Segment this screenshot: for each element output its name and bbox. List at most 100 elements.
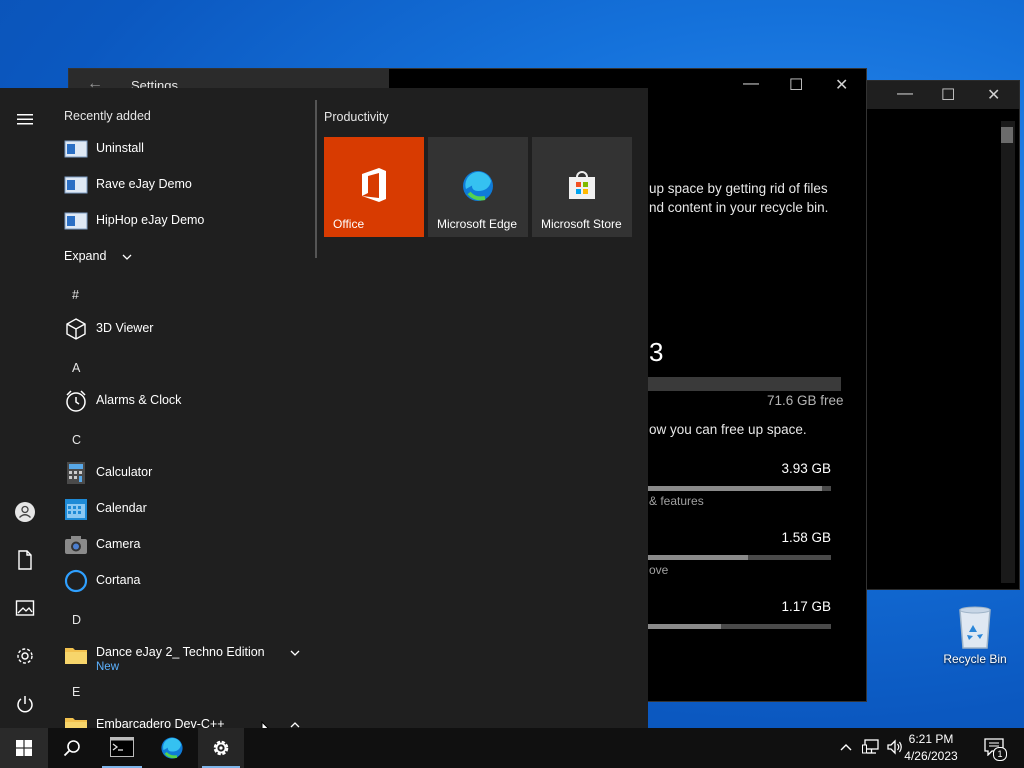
window-app-icon (64, 212, 88, 230)
storage-row-sub: & features (649, 494, 704, 508)
store-bag-icon (569, 171, 595, 199)
list-item[interactable]: Embarcadero Dev-C++ (64, 709, 314, 728)
app-label: Alarms & Clock (96, 393, 182, 407)
cortana-icon (64, 569, 88, 593)
taskbar-command-prompt[interactable] (98, 728, 146, 768)
background-window-titlebar[interactable]: — ☐ ✕ (867, 81, 1019, 109)
list-item[interactable]: Alarms & Clock (64, 385, 304, 417)
expand-button[interactable]: Expand (64, 241, 144, 273)
letter-header-d[interactable]: D (72, 613, 81, 627)
list-item[interactable]: Rave eJay Demo (64, 169, 304, 201)
window-app-icon (64, 140, 88, 158)
gear-icon (213, 740, 229, 756)
calculator-icon (67, 462, 85, 484)
clock-date: 4/26/2023 (904, 749, 958, 763)
storage-row-bar-fill (647, 624, 721, 629)
network-icon[interactable] (862, 739, 880, 755)
letter-header-hash[interactable]: # (72, 288, 79, 302)
letter-header-c[interactable]: C (72, 433, 81, 447)
user-account-icon[interactable] (14, 501, 36, 523)
start-menu[interactable]: Recently added Uninstall Rave eJay Demo … (0, 88, 648, 728)
tile-group-title[interactable]: Productivity (324, 110, 389, 124)
notification-count-badge: 1 (993, 747, 1007, 761)
pictures-icon[interactable] (14, 597, 36, 619)
maximize-button[interactable]: ☐ (941, 85, 955, 105)
windows-logo-icon (16, 740, 32, 756)
taskbar: 6:21 PM 4/26/2023 1 (0, 728, 1024, 768)
list-item[interactable]: HipHop eJay Demo (64, 205, 304, 237)
close-button[interactable]: ✕ (987, 85, 1000, 105)
action-center-button[interactable]: 1 (976, 728, 1016, 768)
settings-gear-icon[interactable] (14, 645, 36, 667)
storage-row-value[interactable]: 1.17 GB (711, 599, 831, 614)
app-label: Embarcadero Dev-C++ (96, 717, 225, 728)
storage-usage-bar (647, 377, 841, 391)
app-label: Dance eJay 2_ Techno Edition (96, 645, 265, 659)
storage-row-value[interactable]: 1.58 GB (711, 530, 831, 545)
cube-icon (66, 318, 86, 340)
storage-row-value[interactable]: 3.93 GB (711, 461, 831, 476)
settings-minimize-button[interactable]: — (743, 75, 759, 93)
storage-row-bar-fill (647, 486, 822, 491)
recycle-bin-shortcut[interactable]: Recycle Bin (940, 600, 1010, 670)
store-tile[interactable]: Microsoft Store (532, 137, 632, 237)
storage-description-line1: up space by getting rid of files (649, 181, 828, 196)
start-button[interactable] (0, 728, 48, 768)
new-badge: New (96, 661, 120, 673)
list-item[interactable]: 3D Viewer (64, 313, 304, 345)
start-rail (0, 88, 48, 728)
letter-header-a[interactable]: A (72, 361, 80, 375)
edge-tile[interactable]: Microsoft Edge (428, 137, 528, 237)
settings-maximize-button[interactable]: ☐ (789, 75, 803, 95)
list-item[interactable]: Calendar (64, 493, 304, 525)
hamburger-menu-icon[interactable] (14, 108, 36, 130)
clock-time: 6:21 PM (908, 732, 954, 746)
settings-close-button[interactable]: ✕ (835, 75, 848, 95)
app-label: HipHop eJay Demo (96, 213, 205, 227)
chevron-down-icon[interactable] (290, 649, 300, 657)
storage-row-bar (647, 555, 831, 560)
scrollbar-thumb[interactable] (1001, 127, 1013, 143)
tile-label: Microsoft Store (541, 217, 622, 231)
list-item[interactable]: Uninstall (64, 133, 304, 165)
storage-total-partial: 3 (649, 337, 664, 367)
app-label: 3D Viewer (96, 321, 154, 335)
minimize-button[interactable]: — (897, 85, 913, 103)
letter-header-e[interactable]: E (72, 685, 80, 699)
app-label: Camera (96, 537, 141, 551)
app-label: Calculator (96, 465, 153, 479)
taskbar-search-button[interactable] (48, 728, 96, 768)
calendar-icon (65, 499, 87, 520)
chevron-up-icon[interactable] (840, 742, 852, 752)
app-label: Rave eJay Demo (96, 177, 192, 191)
list-item[interactable]: Dance eJay 2_ Techno Edition New (64, 637, 314, 675)
recycle-bin-icon (959, 606, 991, 649)
app-label: Uninstall (96, 141, 144, 155)
list-item[interactable]: Camera (64, 529, 304, 561)
edge-icon (463, 171, 493, 201)
storage-free-label: 71.6 GB free (767, 393, 844, 408)
tile-label: Office (333, 217, 365, 231)
taskbar-clock[interactable]: 6:21 PM 4/26/2023 (896, 731, 966, 765)
search-icon (63, 740, 80, 757)
list-item[interactable]: Calculator (64, 457, 304, 489)
command-prompt-icon (110, 737, 134, 757)
folder-icon (65, 718, 87, 728)
taskbar-settings[interactable] (198, 728, 244, 768)
power-icon[interactable] (14, 693, 36, 715)
window-app-icon (64, 176, 88, 194)
app-list[interactable]: Recently added Uninstall Rave eJay Demo … (48, 88, 316, 728)
taskbar-edge[interactable] (148, 728, 196, 768)
folder-icon (65, 648, 87, 664)
storage-description-line2: nd content in your recycle bin. (649, 200, 829, 215)
recycle-bin-label: Recycle Bin (943, 652, 1007, 666)
background-window[interactable]: — ☐ ✕ (866, 80, 1020, 590)
scrollbar[interactable] (1001, 121, 1015, 583)
documents-icon[interactable] (14, 549, 36, 571)
recently-added-title: Recently added (64, 109, 151, 123)
office-tile[interactable]: Office (324, 137, 424, 237)
app-label: Cortana (96, 573, 141, 587)
chevron-down-icon (122, 254, 132, 260)
chevron-up-icon[interactable] (290, 721, 300, 728)
list-item[interactable]: Cortana (64, 565, 304, 597)
